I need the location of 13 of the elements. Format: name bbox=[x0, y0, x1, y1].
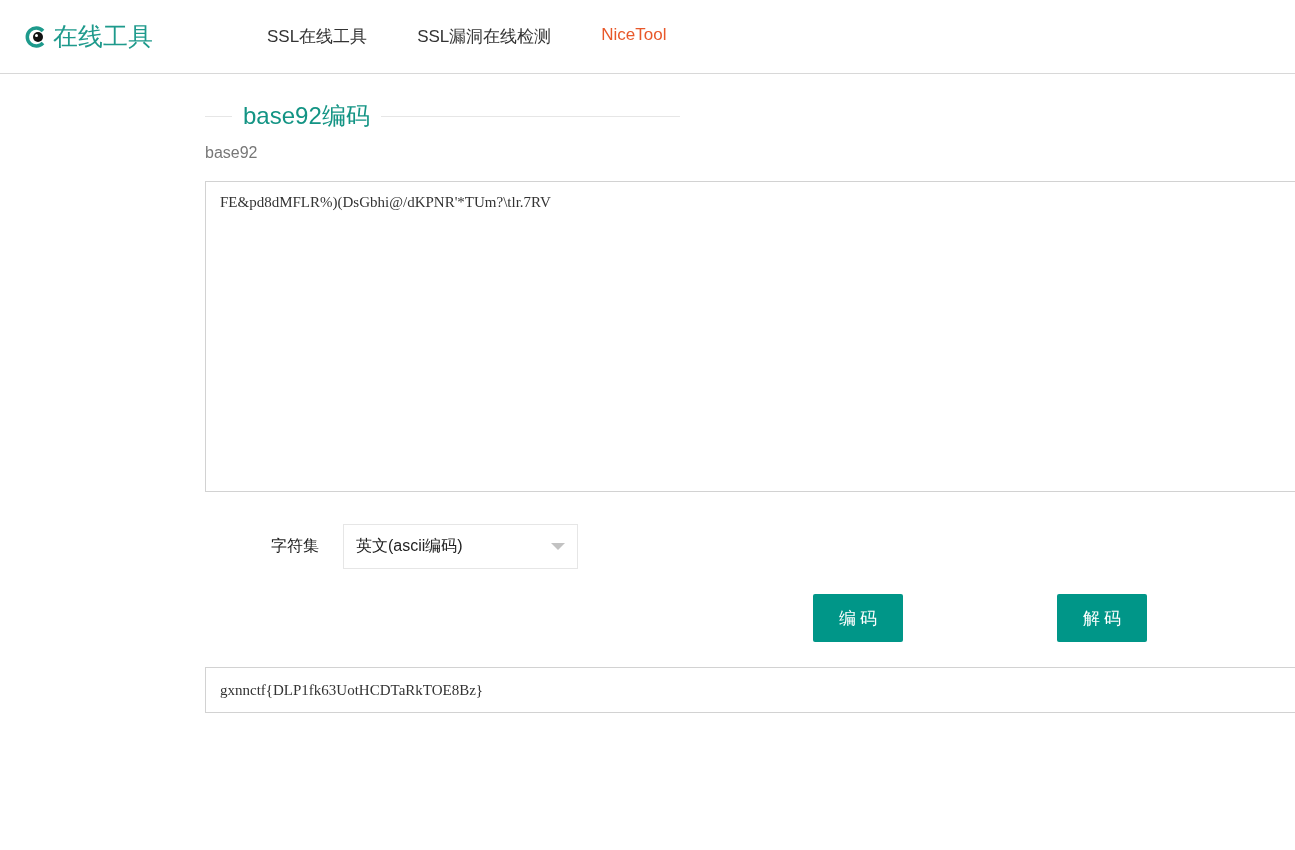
nav-link[interactable]: NiceTool bbox=[601, 25, 667, 48]
decode-button[interactable]: 解 码 bbox=[1057, 594, 1147, 642]
caret-icon bbox=[551, 542, 565, 551]
output-field[interactable]: gxnnctf{DLP1fk63UotHCDTaRkTOE8Bz} bbox=[205, 667, 1295, 713]
charset-dropdown[interactable]: 英文(ascii编码) bbox=[343, 524, 578, 569]
section-title: base92编码 bbox=[243, 101, 370, 131]
nav-link[interactable]: SSL漏洞在线检测 bbox=[417, 25, 552, 48]
encode-button[interactable]: 编 码 bbox=[813, 594, 903, 642]
charset-label: 字符集 bbox=[271, 536, 320, 556]
eye-logo-icon bbox=[25, 25, 47, 48]
field-label: base92 bbox=[205, 143, 259, 163]
input-textarea[interactable]: FE&pd8dMFLR%)(DsGbhi@/dKPNR'*TUm?\tlr.7RV bbox=[205, 181, 1295, 492]
nav-link[interactable]: SSL在线工具 bbox=[267, 25, 368, 48]
